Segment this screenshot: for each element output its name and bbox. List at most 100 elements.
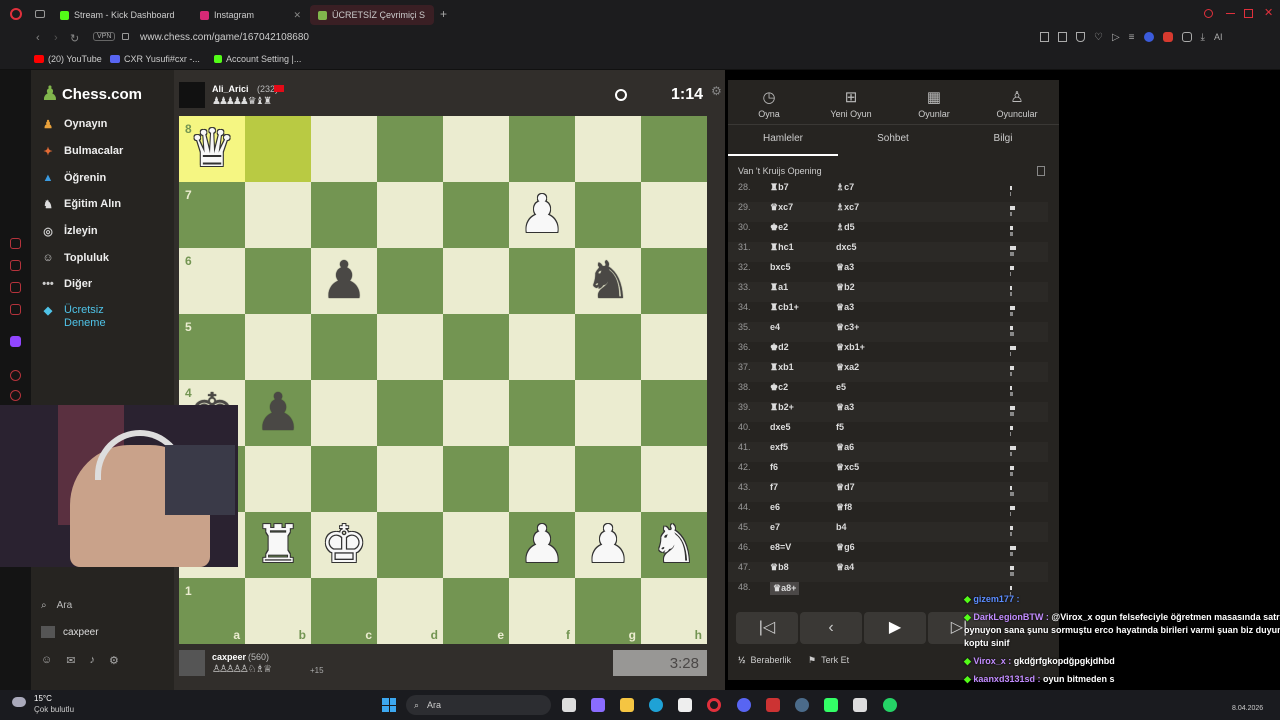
square-d4[interactable] [377, 380, 443, 446]
square-h5[interactable] [641, 314, 707, 380]
vpn-badge[interactable]: VPN [93, 32, 116, 41]
square-b3[interactable] [245, 446, 311, 512]
whatsapp-icon[interactable] [883, 698, 897, 712]
black-move[interactable]: dxc5 [836, 242, 857, 252]
square-d6[interactable] [377, 248, 443, 314]
black-move[interactable]: ♗d5 [836, 222, 855, 233]
black-move[interactable]: ♗xc7 [836, 202, 859, 213]
square-g7[interactable] [575, 182, 641, 248]
black-move[interactable]: ♕c3+ [836, 322, 859, 333]
subtab-moves[interactable]: Hamleler [728, 133, 838, 144]
square-a5[interactable]: 5 [179, 314, 245, 380]
app-taskbar-icon[interactable] [824, 698, 838, 712]
white-move[interactable]: ♛b8 [770, 562, 789, 573]
heart-icon[interactable]: ♡ [1094, 32, 1103, 44]
black-move[interactable]: ♕xc5 [836, 462, 859, 473]
chat-username[interactable]: DarkLegionBTW : [973, 612, 1051, 622]
square-f5[interactable] [509, 314, 575, 380]
opponent-name[interactable]: Ali_Arici [212, 84, 249, 94]
taskview-icon[interactable] [562, 698, 576, 712]
piece-b4[interactable]: ♟ [245, 380, 311, 446]
chat-username[interactable]: Virox_x : [973, 656, 1013, 666]
shield-icon[interactable] [1076, 32, 1085, 42]
piece-a8[interactable]: ♛ [179, 116, 245, 182]
black-move[interactable]: b4 [836, 522, 847, 532]
square-e2[interactable] [443, 512, 509, 578]
prev-move-button[interactable]: ‹ [800, 612, 862, 644]
capcut-icon[interactable] [853, 698, 867, 712]
piece-g6[interactable]: ♞ [575, 248, 641, 314]
piece-g2[interactable]: ♟ [575, 512, 641, 578]
square-c4[interactable] [311, 380, 377, 446]
square-a6[interactable]: 6 [179, 248, 245, 314]
windows-start-icon[interactable] [382, 698, 396, 712]
white-move[interactable]: e6 [770, 502, 780, 512]
draw-button[interactable]: ½ Beraberlik [738, 655, 791, 665]
chess-board[interactable]: 87654321abcdefgh♛♟♟♞♚♟♜♚♟♟♞ [179, 116, 707, 644]
ai-icon[interactable]: AI [1214, 32, 1223, 44]
snapshot-icon[interactable] [1058, 32, 1067, 42]
move-list[interactable]: 28. ♜b7 ♗c7 29. ♛xc7 ♗xc7 30. ♚e2 ♗d5 31. ♜hc1 dxc5… [728, 182, 1059, 602]
delete-icon[interactable] [1037, 166, 1045, 176]
white-move[interactable]: ♜cb1+ [770, 302, 799, 313]
black-move[interactable]: ♕xa2 [836, 362, 859, 373]
tab-kick[interactable]: Stream - Kick Dashboard [52, 5, 192, 25]
maximize-button[interactable] [1244, 9, 1253, 18]
bookmark-kick[interactable]: Account Setting |... [214, 54, 301, 64]
square-e4[interactable] [443, 380, 509, 446]
square-b1[interactable]: b [245, 578, 311, 644]
copilot-icon[interactable] [591, 698, 605, 712]
white-move[interactable]: exf5 [770, 442, 788, 452]
download-icon[interactable]: ⤓ [1201, 32, 1205, 44]
tab-players[interactable]: ♙ Oyuncular [976, 88, 1058, 119]
url-text[interactable]: www.chess.com/game/167042108680 [140, 32, 309, 43]
white-move[interactable]: f6 [770, 462, 778, 472]
sidebar-app-icon[interactable] [10, 304, 21, 315]
sidebar-app-icon[interactable] [10, 238, 21, 249]
extension-blue-icon[interactable] [1143, 32, 1154, 42]
chess-logo[interactable]: ♟ Chess.com [41, 84, 142, 104]
black-move[interactable]: ♕xb1+ [836, 342, 865, 353]
store-icon[interactable] [678, 698, 692, 712]
square-b7[interactable] [245, 182, 311, 248]
steam-icon[interactable] [795, 698, 809, 712]
back-arrow-icon[interactable]: ‹ [36, 32, 40, 44]
friends-icon[interactable]: ☺ [41, 654, 52, 667]
black-move[interactable]: ♕a3 [836, 262, 854, 273]
square-f3[interactable] [509, 446, 575, 512]
square-h3[interactable] [641, 446, 707, 512]
white-move[interactable]: ♜xb1 [770, 362, 794, 373]
close-window-button[interactable]: ✕ [1264, 6, 1273, 19]
chat-username[interactable]: kaanxd3131sd : [973, 674, 1043, 684]
sidebar-app-icon[interactable] [10, 390, 21, 401]
tab-chess-active[interactable]: ÜCRETSİZ Çevrimiçi S [310, 5, 434, 25]
white-move[interactable]: ♜a1 [770, 282, 788, 293]
tab-games[interactable]: ▦ Oyunlar [893, 88, 975, 119]
square-g1[interactable]: g [575, 578, 641, 644]
square-d8[interactable] [377, 116, 443, 182]
reload-icon[interactable]: ↻ [70, 32, 79, 45]
puzzle-icon[interactable] [1181, 32, 1192, 42]
square-d5[interactable] [377, 314, 443, 380]
tab-close-icon[interactable]: ✕ [293, 10, 301, 21]
opera-logo-icon[interactable] [10, 8, 22, 20]
black-move[interactable]: f5 [836, 422, 844, 432]
white-move[interactable]: e7 [770, 522, 780, 532]
white-move[interactable]: ♚d2 [770, 342, 789, 353]
free-trial-link[interactable]: ◆ Ücretsiz Deneme [41, 304, 124, 330]
chat-username[interactable]: gizem177 : [973, 594, 1019, 604]
twitch-icon[interactable] [10, 336, 21, 347]
square-b6[interactable] [245, 248, 311, 314]
tab-list-icon[interactable] [35, 10, 45, 18]
next-move-button[interactable]: ▶ [864, 612, 926, 644]
square-h8[interactable] [641, 116, 707, 182]
square-g4[interactable] [575, 380, 641, 446]
sidebar-item-community[interactable]: ☺ Topluluk [41, 252, 109, 264]
white-move[interactable]: ♜b7 [770, 182, 789, 193]
square-g5[interactable] [575, 314, 641, 380]
sidebar-item-watch[interactable]: ◎ İzleyin [41, 225, 97, 238]
sidebar-app-icon[interactable] [10, 370, 21, 381]
piece-h2[interactable]: ♞ [641, 512, 707, 578]
white-move[interactable]: e4 [770, 322, 780, 332]
square-d1[interactable]: d [377, 578, 443, 644]
